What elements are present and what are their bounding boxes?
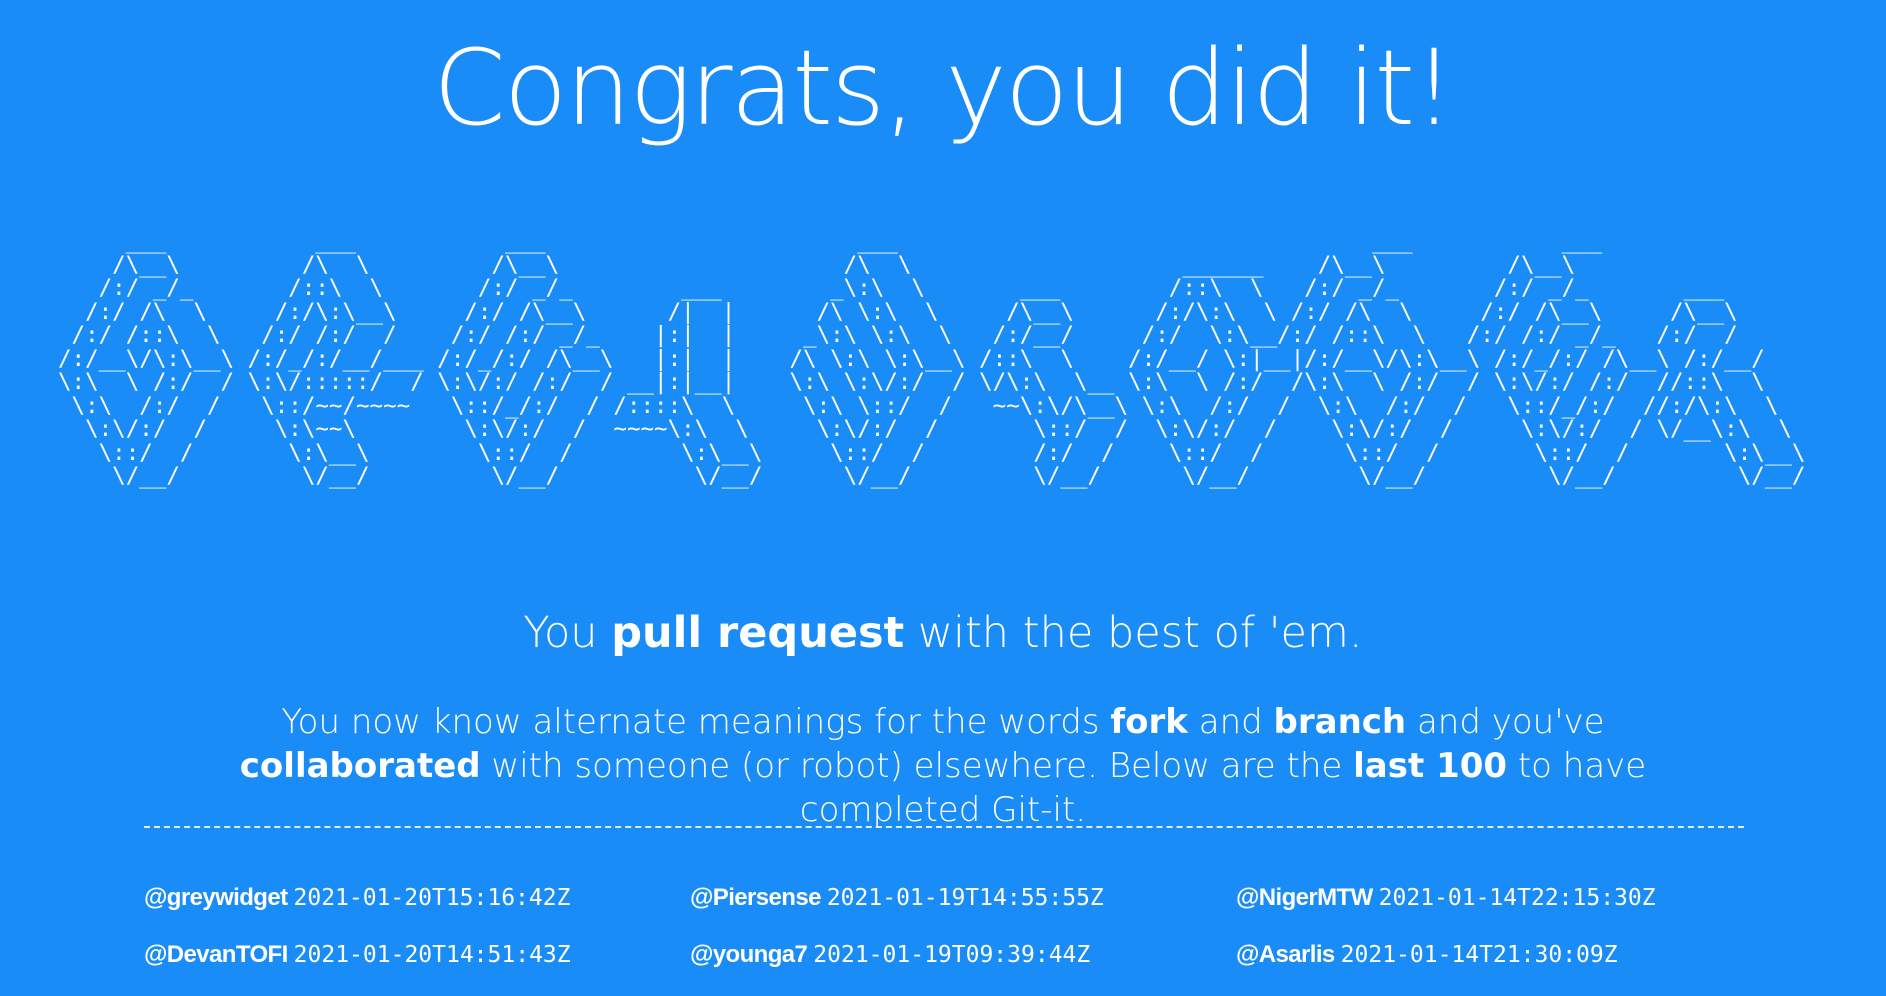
tagline: You pull request with the best of 'em. xyxy=(0,603,1886,663)
completer-entry: @Asarlis 2021-01-14T21:30:09Z xyxy=(1236,937,1782,972)
completer-timestamp: 2021-01-14T22:15:30Z xyxy=(1378,885,1656,911)
description: You now know alternate meanings for the … xyxy=(170,700,1716,832)
tagline-bold: pull request xyxy=(611,608,905,658)
completer-timestamp: 2021-01-19T09:39:44Z xyxy=(813,942,1091,968)
completer-timestamp: 2021-01-20T15:16:42Z xyxy=(293,885,571,911)
completer-user-link[interactable]: @DevanTOFI xyxy=(144,941,288,968)
dashed-divider xyxy=(144,826,1744,828)
completer-timestamp: 2021-01-14T21:30:09Z xyxy=(1340,942,1618,968)
desc-part1: You now know alternate meanings for the … xyxy=(281,702,1111,742)
ascii-art-banner: ___ ___ ___ ___ ___ ___ /\__\ /\ \ /\__\… xyxy=(58,230,1806,489)
page-title: Congrats, you did it! xyxy=(433,27,1455,149)
completer-timestamp: 2021-01-20T14:51:43Z xyxy=(293,942,571,968)
desc-part2: and xyxy=(1187,702,1274,742)
completer-user-link[interactable]: @greywidget xyxy=(144,884,288,911)
desc-branch: branch xyxy=(1273,702,1407,742)
completers-list: @greywidget 2021-01-20T15:16:42Z @Piersen… xyxy=(144,880,1784,972)
completer-entry: @greywidget 2021-01-20T15:16:42Z xyxy=(144,880,690,915)
desc-part3: and you've xyxy=(1406,702,1605,742)
completer-entry: @DevanTOFI 2021-01-20T14:51:43Z xyxy=(144,937,690,972)
completer-user-link[interactable]: @Piersense xyxy=(690,884,821,911)
desc-last100: last 100 xyxy=(1353,746,1508,786)
completer-user-link[interactable]: @NigerMTW xyxy=(1236,884,1373,911)
tagline-suffix: with the best of 'em. xyxy=(904,608,1363,658)
desc-part4: with someone (or robot) elsewhere. Below… xyxy=(480,746,1354,786)
completer-user-link[interactable]: @younga7 xyxy=(690,941,808,968)
completer-entry: @younga7 2021-01-19T09:39:44Z xyxy=(690,937,1236,972)
desc-fork: fork xyxy=(1110,702,1188,742)
completer-entry: @Piersense 2021-01-19T14:55:55Z xyxy=(690,880,1236,915)
completer-timestamp: 2021-01-19T14:55:55Z xyxy=(826,885,1104,911)
tagline-prefix: You xyxy=(523,608,612,658)
completer-entry: @NigerMTW 2021-01-14T22:15:30Z xyxy=(1236,880,1782,915)
completer-user-link[interactable]: @Asarlis xyxy=(1236,941,1335,968)
desc-collaborated: collaborated xyxy=(239,746,481,786)
